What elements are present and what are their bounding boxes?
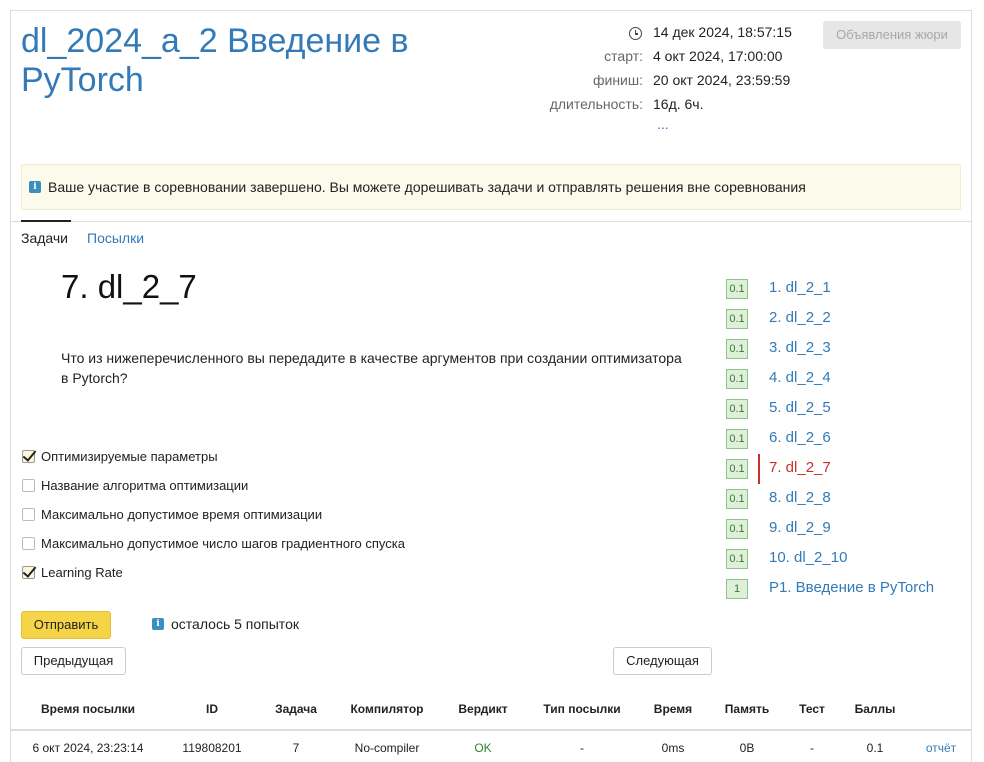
task-item[interactable]: 0.1 9. dl_2_9 xyxy=(726,518,966,540)
task-link[interactable]: 1. dl_2_1 xyxy=(769,279,831,296)
score-badge: 1 xyxy=(726,579,748,599)
task-item[interactable]: 0.1 10. dl_2_10 xyxy=(726,548,966,570)
submission-runtime: 0ms xyxy=(661,741,685,755)
score-badge: 0.1 xyxy=(726,459,748,479)
next-problem-button[interactable]: Следующая xyxy=(613,647,712,675)
tab-submissions[interactable]: Посылки xyxy=(87,230,144,246)
current-time: 14 дек 2024, 18:57:15 xyxy=(653,24,792,40)
task-item[interactable]: 1 P1. Введение в PyTorch xyxy=(726,578,966,600)
more-info-link[interactable]: ... xyxy=(657,116,669,132)
submission-task: 7 xyxy=(292,741,300,755)
task-item[interactable]: 0.1 6. dl_2_6 xyxy=(726,428,966,450)
score-badge: 0.1 xyxy=(726,399,748,419)
score-badge: 0.1 xyxy=(726,339,748,359)
option-label: Максимально допустимое время оптимизации xyxy=(41,507,323,522)
task-link[interactable]: 5. dl_2_5 xyxy=(769,399,831,416)
task-item[interactable]: 0.1 5. dl_2_5 xyxy=(726,398,966,420)
submission-compiler: No-compiler xyxy=(354,741,420,755)
option-checkbox[interactable] xyxy=(22,450,35,463)
task-item[interactable]: 0.1 3. dl_2_3 xyxy=(726,338,966,360)
submission-id: 119808201 xyxy=(182,741,242,755)
option-label: Название алгоритма оптимизации xyxy=(41,478,249,493)
column-header[interactable]: Баллы xyxy=(847,702,903,716)
option-checkbox[interactable] xyxy=(22,537,35,550)
task-link[interactable]: 9. dl_2_9 xyxy=(769,519,831,536)
duration-value: 16д. 6ч. xyxy=(653,96,704,112)
column-header[interactable]: Задача xyxy=(266,702,326,716)
column-header[interactable]: Компилятор xyxy=(342,702,432,716)
tabs-divider xyxy=(11,221,971,222)
finish-label: финиш: xyxy=(592,72,643,88)
clock-icon xyxy=(629,27,642,40)
problem-statement: Что из нижеперечисленного вы передадите … xyxy=(61,350,682,386)
task-item-active[interactable]: 0.1 7. dl_2_7 xyxy=(726,454,966,484)
task-item[interactable]: 0.1 2. dl_2_2 xyxy=(726,308,966,330)
option-label: Оптимизируемые параметры xyxy=(41,449,218,464)
tab-tasks[interactable]: Задачи xyxy=(21,230,68,246)
score-badge: 0.1 xyxy=(726,309,748,329)
column-header[interactable]: Вердикт xyxy=(451,702,515,716)
task-link[interactable]: 4. dl_2_4 xyxy=(769,369,831,386)
submission-score: 0.1 xyxy=(866,741,884,755)
active-tab-indicator xyxy=(21,220,71,222)
report-link[interactable]: отчёт xyxy=(915,741,967,755)
task-link[interactable]: 7. dl_2_7 xyxy=(769,459,831,476)
score-badge: 0.1 xyxy=(726,279,748,299)
info-icon: i xyxy=(152,618,164,630)
option-label: Learning Rate xyxy=(41,565,123,580)
participation-alert: i Ваше участие в соревновании завершено.… xyxy=(21,164,961,210)
jury-announcements-button[interactable]: Объявления жюри xyxy=(823,21,961,49)
score-badge: 0.1 xyxy=(726,549,748,569)
option-label: Максимально допустимое число шагов гради… xyxy=(41,536,405,551)
submission-type: - xyxy=(580,741,584,755)
contest-title: dl_2024_a_2 Введение в PyTorch xyxy=(21,22,409,99)
column-header[interactable]: ID xyxy=(181,702,243,716)
submission-time: 6 окт 2024, 23:23:14 xyxy=(32,741,144,755)
task-link[interactable]: 3. dl_2_3 xyxy=(769,339,831,356)
option-checkbox[interactable] xyxy=(22,508,35,521)
attempts-remaining: i осталось 5 попыток xyxy=(152,616,299,632)
task-link[interactable]: 6. dl_2_6 xyxy=(769,429,831,446)
submit-button[interactable]: Отправить xyxy=(21,611,111,639)
submission-test: - xyxy=(810,741,814,755)
column-header[interactable]: Тест xyxy=(791,702,833,716)
column-header[interactable]: Время посылки xyxy=(29,702,147,716)
score-badge: 0.1 xyxy=(726,429,748,449)
task-link[interactable]: 2. dl_2_2 xyxy=(769,309,831,326)
alert-text: Ваше участие в соревновании завершено. В… xyxy=(48,179,806,195)
task-item[interactable]: 0.1 1. dl_2_1 xyxy=(726,278,966,300)
score-badge: 0.1 xyxy=(726,369,748,389)
task-item[interactable]: 0.1 8. dl_2_8 xyxy=(726,488,966,510)
previous-problem-button[interactable]: Предыдущая xyxy=(21,647,126,675)
submissions-table-header: Время посылки ID Задача Компилятор Верди… xyxy=(11,693,971,731)
option-checkbox[interactable] xyxy=(22,479,35,492)
finish-value: 20 окт 2024, 23:59:59 xyxy=(653,72,791,88)
column-header[interactable]: Время xyxy=(648,702,698,716)
problem-title: 7. dl_2_7 xyxy=(61,268,197,305)
task-link[interactable]: 8. dl_2_8 xyxy=(769,489,831,506)
submission-verdict: OK xyxy=(474,741,492,755)
start-label: старт: xyxy=(604,48,643,64)
active-task-marker xyxy=(758,454,760,484)
start-value: 4 окт 2024, 17:00:00 xyxy=(653,48,783,64)
duration-label: длительность: xyxy=(549,96,643,112)
task-link[interactable]: P1. Введение в PyTorch xyxy=(769,579,934,596)
column-header[interactable]: Тип посылки xyxy=(537,702,627,716)
task-link[interactable]: 10. dl_2_10 xyxy=(769,549,847,566)
attempts-text: осталось 5 попыток xyxy=(171,616,299,632)
score-badge: 0.1 xyxy=(726,519,748,539)
info-icon: i xyxy=(29,181,41,193)
task-item[interactable]: 0.1 4. dl_2_4 xyxy=(726,368,966,390)
score-badge: 0.1 xyxy=(726,489,748,509)
submission-memory: 0B xyxy=(739,741,755,755)
column-header[interactable]: Память xyxy=(716,702,778,716)
option-checkbox[interactable] xyxy=(22,566,35,579)
table-row[interactable]: 6 окт 2024, 23:23:14 119808201 7 No-comp… xyxy=(11,733,971,762)
